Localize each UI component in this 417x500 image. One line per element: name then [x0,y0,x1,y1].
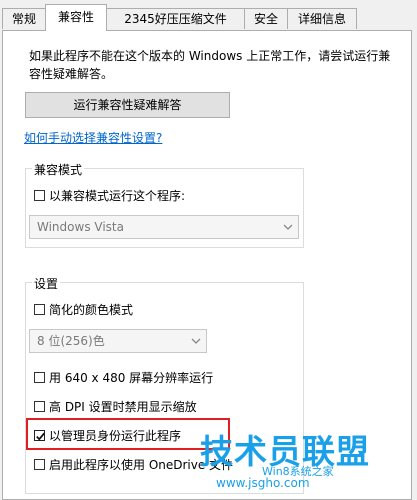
compat-mode-label: 以兼容模式运行这个程序: [49,189,186,203]
settings-title: 设置 [32,275,61,292]
color-depth-select-value: 8 位(256)色 [37,334,105,348]
chevron-down-icon [191,338,201,344]
tab-label: 2345好压压缩文件 [124,12,227,26]
watermark-url: www.jsgho.com [216,476,310,490]
color-depth-select[interactable]: 8 位(256)色 [29,329,207,353]
tab-2345-archive[interactable]: 2345好压压缩文件 [106,8,245,29]
intro-text: 如果此程序不能在这个版本的 Windows 上正常工作，请尝试运行兼容性疑难解答… [29,49,391,81]
tab-label: 常规 [11,12,36,26]
chevron-down-icon [283,224,293,230]
compat-os-select[interactable]: Windows Vista [29,215,299,239]
compat-mode-checkbox[interactable] [34,190,45,201]
res-640-checkbox[interactable] [34,372,45,383]
manual-settings-link[interactable]: 如何手动选择兼容性设置? [24,129,162,146]
onedrive-checkbox[interactable] [34,459,45,470]
reduced-color-checkbox[interactable] [34,304,45,315]
tab-label: 兼容性 [57,10,94,24]
tab-bar: 常规 兼容性 2345好压压缩文件 安全 详细信息 [0,0,417,31]
high-dpi-label: 高 DPI 设置时禁用显示缩放 [49,400,197,414]
high-dpi-checkbox[interactable] [34,401,45,412]
tab-label: 安全 [253,12,278,26]
reduced-color-label: 简化的颜色模式 [49,303,134,317]
tab-compatibility[interactable]: 兼容性 [45,4,107,31]
compat-mode-title: 兼容模式 [32,161,85,178]
tab-details[interactable]: 详细信息 [287,8,357,29]
tab-general[interactable]: 常规 [2,8,46,29]
res-640-label: 用 640 x 480 屏幕分辨率运行 [49,371,214,385]
tab-label: 详细信息 [297,12,346,26]
compat-os-select-value: Windows Vista [37,220,124,234]
run-troubleshooter-button[interactable]: 运行兼容性疑难解答 [25,92,230,118]
tab-security[interactable]: 安全 [244,8,288,29]
